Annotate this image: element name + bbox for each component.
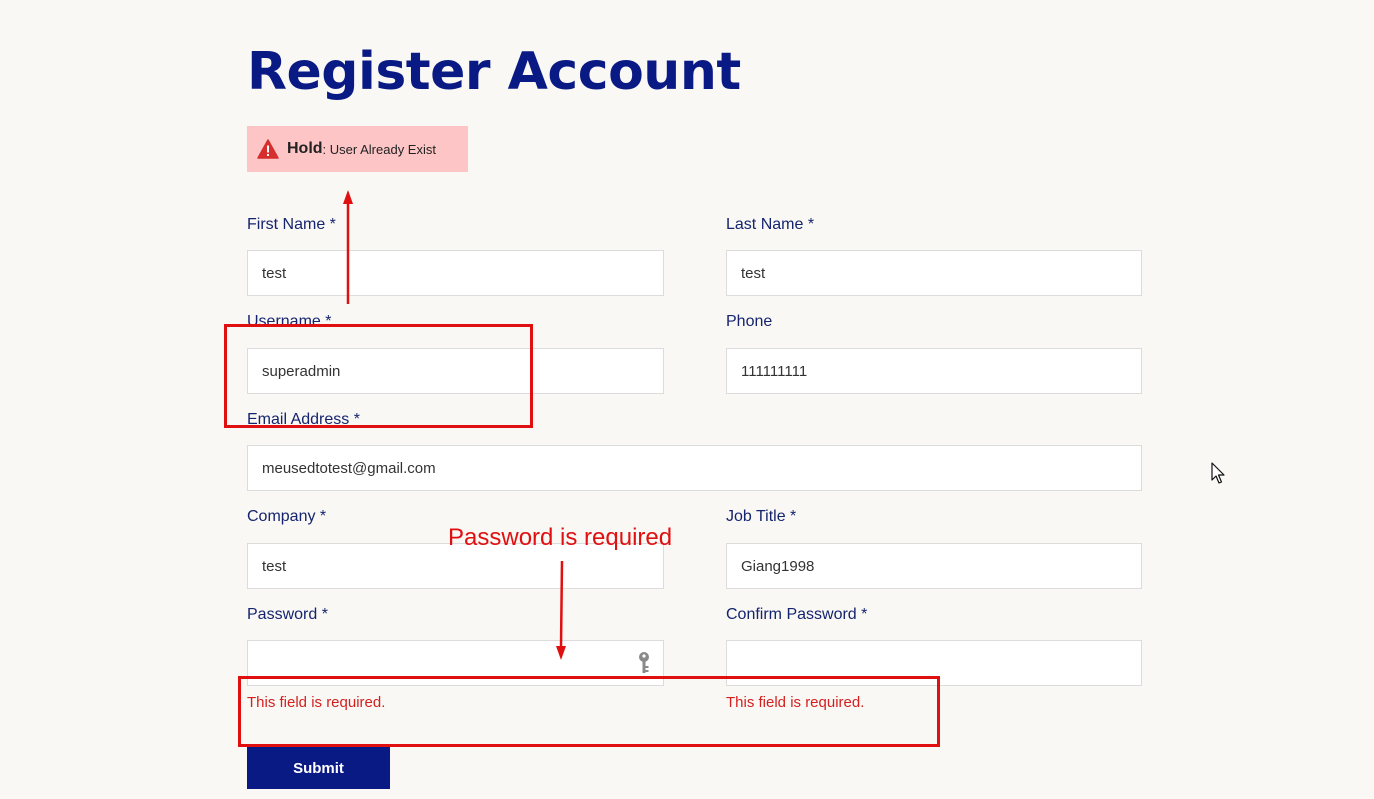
annotation-arrows [343, 190, 566, 660]
arrow-to-alert-head [343, 190, 353, 204]
arrow-to-password [559, 560, 564, 648]
arrow-to-password-head [556, 646, 566, 660]
mouse-cursor-icon [1211, 462, 1225, 484]
